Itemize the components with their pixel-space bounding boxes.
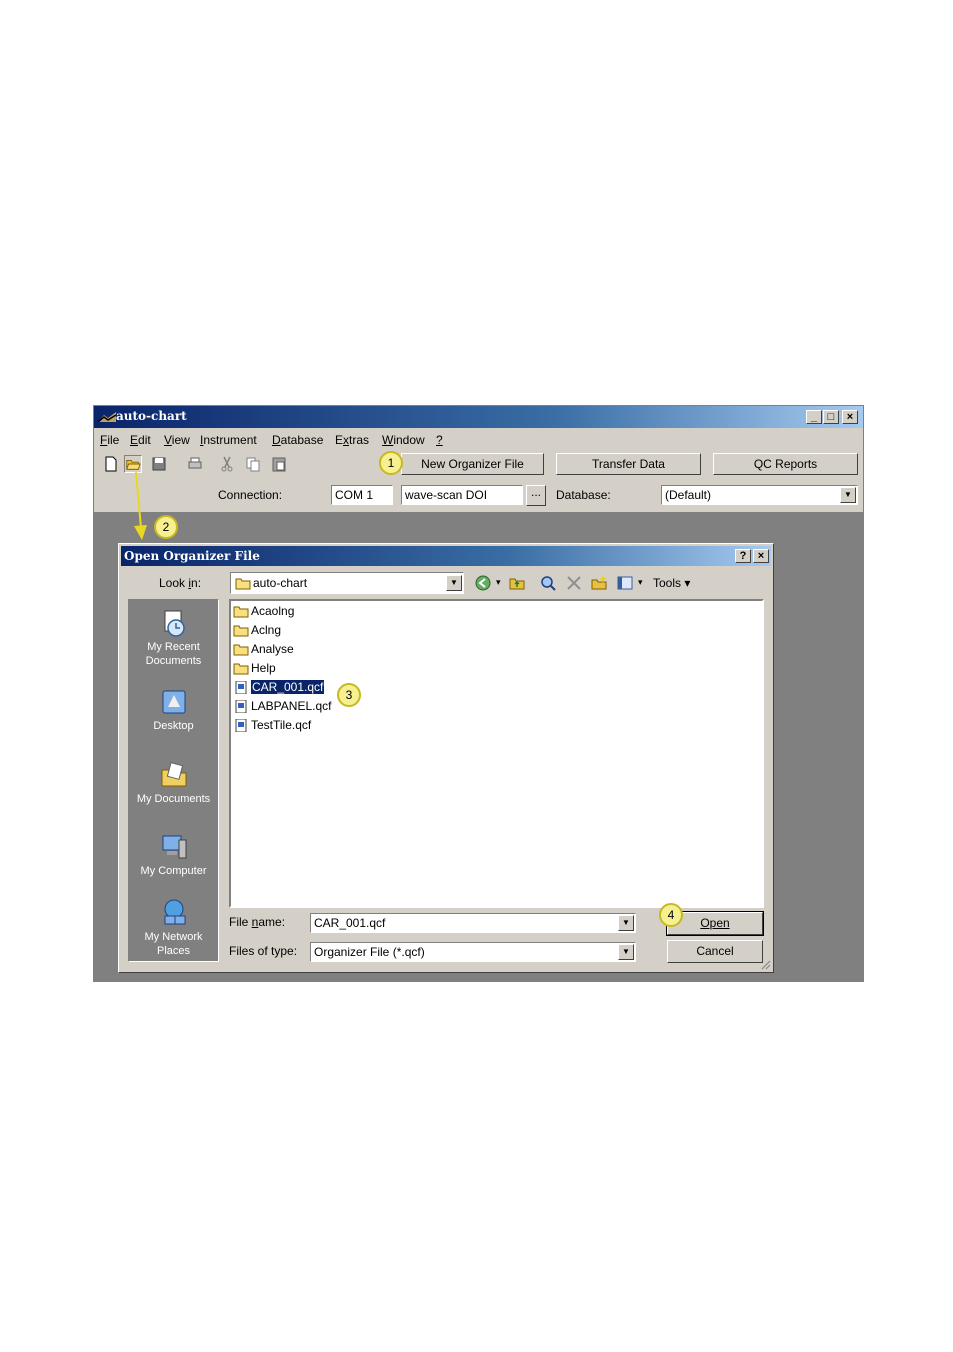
- list-item[interactable]: Analyse: [233, 641, 294, 658]
- connection-port-field[interactable]: COM 1: [331, 485, 393, 505]
- new-organizer-file-button[interactable]: New Organizer File: [401, 453, 544, 475]
- views-dropdown-icon[interactable]: ▾: [638, 577, 643, 588]
- callout-4: 4: [659, 903, 683, 927]
- delete-icon[interactable]: [565, 574, 583, 592]
- transfer-data-button[interactable]: Transfer Data: [556, 453, 701, 475]
- menu-window[interactable]: Window: [382, 433, 425, 447]
- place-my-recent-documents[interactable]: My Recent Documents: [129, 608, 218, 668]
- my-documents-icon: [161, 762, 186, 787]
- app-logo-icon: [98, 412, 116, 422]
- chevron-down-icon[interactable]: ▼: [618, 944, 634, 960]
- close-icon: ×: [846, 411, 854, 423]
- database-select[interactable]: (Default): [661, 485, 858, 505]
- file-type-label: Files of type:: [229, 944, 298, 958]
- arrow-indicator: [134, 471, 147, 540]
- menu-bar: File Edit View Instrument Database Extra…: [94, 430, 863, 450]
- file-icon: [235, 700, 247, 714]
- copy-icon[interactable]: [244, 455, 262, 473]
- maximize-button[interactable]: □: [823, 410, 839, 424]
- place-my-network-places[interactable]: My Network Places: [129, 898, 218, 958]
- file-name-label: File name:: [229, 915, 286, 929]
- close-button[interactable]: ×: [842, 410, 858, 424]
- help-icon: ?: [739, 550, 747, 562]
- menu-database[interactable]: Database: [272, 433, 323, 447]
- menu-instrument[interactable]: Instrument: [200, 433, 257, 447]
- chevron-down-icon[interactable]: ▼: [840, 487, 856, 503]
- my-computer-icon: [162, 835, 186, 859]
- place-label: My Computer: [140, 865, 207, 877]
- place-my-documents[interactable]: My Documents: [129, 760, 218, 806]
- cancel-button[interactable]: Cancel: [667, 940, 763, 963]
- list-item[interactable]: LABPANEL.qcf: [233, 698, 331, 715]
- resize-grip-icon[interactable]: [761, 960, 771, 970]
- chevron-down-icon[interactable]: ▼: [618, 915, 634, 931]
- place-label: My Network Places: [144, 931, 203, 957]
- list-item[interactable]: Acaolng: [233, 603, 294, 620]
- close-icon: ×: [757, 550, 765, 562]
- desktop-icon: [162, 690, 185, 714]
- print-icon[interactable]: [186, 455, 204, 473]
- views-icon[interactable]: [616, 574, 634, 592]
- callout-2: 2: [154, 515, 178, 539]
- dialog-title: Open Organizer File: [124, 549, 260, 563]
- back-icon[interactable]: [474, 574, 492, 592]
- places-bar: My Recent Documents Desktop My Documents…: [128, 599, 219, 962]
- menu-file[interactable]: File: [100, 433, 119, 447]
- folder-icon: [233, 644, 249, 656]
- list-item[interactable]: Help: [233, 660, 276, 677]
- look-in-select[interactable]: auto-chart: [230, 572, 464, 594]
- place-label: My Documents: [136, 793, 211, 805]
- menu-edit[interactable]: Edit: [130, 433, 151, 447]
- dialog-title-bar[interactable]: Open Organizer File ? ×: [121, 546, 771, 566]
- place-label: Desktop: [153, 720, 194, 732]
- list-item[interactable]: Aclng: [233, 622, 281, 639]
- search-web-icon[interactable]: [539, 574, 557, 592]
- file-icon: [235, 681, 247, 695]
- folder-icon: [233, 606, 249, 618]
- network-places-icon: [164, 899, 185, 925]
- up-folder-icon[interactable]: [508, 574, 526, 592]
- cut-icon[interactable]: [218, 455, 236, 473]
- file-name-input[interactable]: CAR_001.qcf: [310, 913, 636, 933]
- database-label: Database:: [556, 488, 611, 502]
- save-icon[interactable]: [150, 455, 168, 473]
- callout-3: 3: [337, 683, 361, 707]
- minimize-icon: _: [810, 411, 818, 423]
- open-button-label: Open: [700, 916, 730, 930]
- folder-icon: [235, 578, 251, 590]
- file-icon: [235, 719, 247, 733]
- minimize-button[interactable]: _: [806, 410, 822, 424]
- look-in-label: Look in:: [159, 576, 202, 590]
- file-list[interactable]: Acaolng Aclng Analyse Help CAR_001.qcf L…: [229, 599, 764, 908]
- new-folder-icon[interactable]: [590, 574, 608, 592]
- menu-extras[interactable]: Extras: [335, 433, 369, 447]
- list-item[interactable]: TestTile.qcf: [233, 717, 311, 734]
- menu-help[interactable]: ?: [436, 433, 443, 447]
- back-dropdown-icon[interactable]: ▾: [496, 577, 501, 588]
- connection-label: Connection:: [218, 488, 283, 502]
- folder-icon: [233, 625, 249, 637]
- recent-documents-icon: [164, 610, 185, 637]
- callout-1: 1: [379, 451, 403, 475]
- app-title-bar[interactable]: auto-chart _ □ ×: [94, 406, 863, 428]
- tools-menu[interactable]: Tools ▾: [653, 576, 690, 590]
- file-type-select[interactable]: Organizer File (*.qcf): [310, 942, 636, 962]
- dialog-close-button[interactable]: ×: [753, 549, 769, 563]
- maximize-icon: □: [827, 411, 835, 423]
- paste-icon[interactable]: [270, 455, 288, 473]
- place-label: My Recent Documents: [145, 641, 202, 667]
- place-desktop[interactable]: Desktop: [129, 687, 218, 733]
- device-field[interactable]: wave-scan DOI: [401, 485, 523, 505]
- app-title: auto-chart: [116, 409, 187, 423]
- help-button[interactable]: ?: [735, 549, 751, 563]
- list-item-selected[interactable]: CAR_001.qcf: [233, 679, 326, 696]
- chevron-down-icon[interactable]: ▼: [446, 575, 462, 591]
- menu-view[interactable]: View: [164, 433, 190, 447]
- folder-icon: [233, 663, 249, 675]
- new-file-icon[interactable]: [102, 455, 120, 473]
- browse-button[interactable]: ...: [526, 485, 546, 506]
- qc-reports-button[interactable]: QC Reports: [713, 453, 858, 475]
- place-my-computer[interactable]: My Computer: [129, 832, 218, 878]
